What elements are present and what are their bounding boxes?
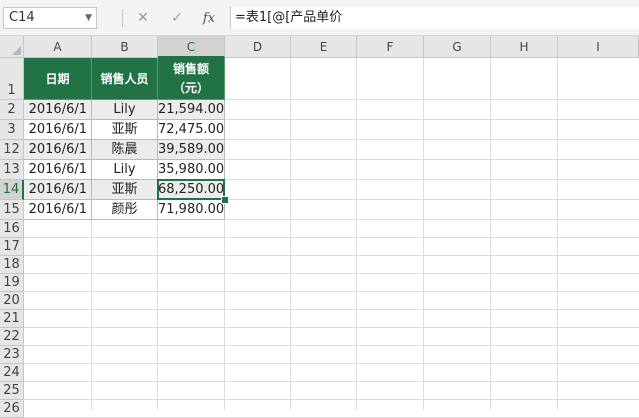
table-cell-amount[interactable]: 71,980.00 (158, 200, 225, 220)
name-box-value: C14 (9, 10, 35, 25)
row-header-17[interactable]: 17 (0, 238, 24, 256)
row-header-14[interactable]: 14 (0, 180, 24, 200)
table-header-cell[interactable]: 日期 (24, 58, 92, 100)
gridline (24, 381, 639, 382)
row-header-2[interactable]: 2 (0, 100, 24, 120)
row-header-3[interactable]: 3 (0, 120, 24, 140)
name-box[interactable]: C14 ▼ (3, 7, 97, 29)
gridline (24, 237, 639, 238)
formula-bar: C14 ▼ ✕ ✓ fx =表1[@[产品单价 (0, 0, 639, 36)
gridline (24, 273, 639, 274)
table-cell-amount[interactable]: 35,980.00 (158, 160, 225, 180)
row-header-26[interactable]: 26 (0, 400, 24, 418)
formula-input[interactable]: =表1[@[产品单价 (230, 7, 639, 29)
table-cell-amount[interactable]: 72,475.00 (158, 120, 225, 140)
gridline (24, 345, 639, 346)
row-header-15[interactable]: 15 (0, 200, 24, 220)
table-cell-person[interactable]: 亚斯 (92, 120, 158, 140)
gridline (557, 58, 558, 410)
table-cell-person[interactable]: Lily (92, 100, 158, 120)
fill-handle[interactable] (221, 196, 229, 204)
column-header-f[interactable]: F (357, 36, 424, 58)
column-header-i[interactable]: I (558, 36, 639, 58)
gridline (24, 309, 639, 310)
row-header-24[interactable]: 24 (0, 364, 24, 382)
table-cell-amount[interactable]: 39,589.00 (158, 140, 225, 160)
row-header-12[interactable]: 12 (0, 140, 24, 160)
column-header-c[interactable]: C (158, 36, 225, 58)
gridline (24, 363, 639, 364)
chevron-down-icon[interactable]: ▼ (85, 8, 92, 28)
row-header-16[interactable]: 16 (0, 220, 24, 238)
table-cell-person[interactable]: 亚斯 (92, 180, 158, 200)
column-header-g[interactable]: G (424, 36, 491, 58)
table-cell-date[interactable]: 2016/6/1 (24, 160, 92, 180)
row-header-1[interactable]: 1 (0, 58, 24, 100)
table-cell-amount[interactable]: 21,594.00 (158, 100, 225, 120)
gridline (490, 58, 491, 410)
function-icon[interactable]: fx (199, 8, 219, 28)
row-header-20[interactable]: 20 (0, 292, 24, 310)
row-header-19[interactable]: 19 (0, 274, 24, 292)
row-header-23[interactable]: 23 (0, 346, 24, 364)
column-header-a[interactable]: A (24, 36, 92, 58)
table-cell-person[interactable]: 陈晨 (92, 140, 158, 160)
table-cell-date[interactable]: 2016/6/1 (24, 180, 92, 200)
table-cell-amount[interactable]: 68,250.00 (158, 180, 225, 200)
gridline (24, 291, 639, 292)
gridline (423, 58, 424, 410)
column-header-e[interactable]: E (291, 36, 357, 58)
row-header-25[interactable]: 25 (0, 382, 24, 400)
row-header-21[interactable]: 21 (0, 310, 24, 328)
worksheet-grid[interactable]: ABCDEFGHI 1 2 3 12 13 14 15 16 17 18 19 20 21 22 23 24 2… (0, 36, 639, 418)
column-header-b[interactable]: B (92, 36, 158, 58)
table-cell-date[interactable]: 2016/6/1 (24, 100, 92, 120)
table-header-cell[interactable]: 销售人员 (92, 58, 158, 100)
table-cell-date[interactable]: 2016/6/1 (24, 120, 92, 140)
table-cell-date[interactable]: 2016/6/1 (24, 140, 92, 160)
column-header-d[interactable]: D (225, 36, 291, 58)
table-cell-date[interactable]: 2016/6/1 (24, 200, 92, 220)
divider (122, 9, 123, 27)
gridline (24, 399, 639, 400)
gridline (24, 255, 639, 256)
table-header-cell[interactable]: 销售额 （元） (158, 58, 225, 100)
checkmark-icon[interactable]: ✓ (167, 8, 187, 28)
table-cell-person[interactable]: 颜彤 (92, 200, 158, 220)
table-cell-person[interactable]: Lily (92, 160, 158, 180)
gridline (290, 58, 291, 410)
row-header-18[interactable]: 18 (0, 256, 24, 274)
column-header-h[interactable]: H (491, 36, 558, 58)
select-all-icon (12, 46, 21, 55)
row-header-13[interactable]: 13 (0, 160, 24, 180)
select-all-corner[interactable] (0, 36, 24, 58)
gridline (356, 58, 357, 410)
row-header-22[interactable]: 22 (0, 328, 24, 346)
close-icon[interactable]: ✕ (133, 8, 153, 28)
gridline (24, 327, 639, 328)
